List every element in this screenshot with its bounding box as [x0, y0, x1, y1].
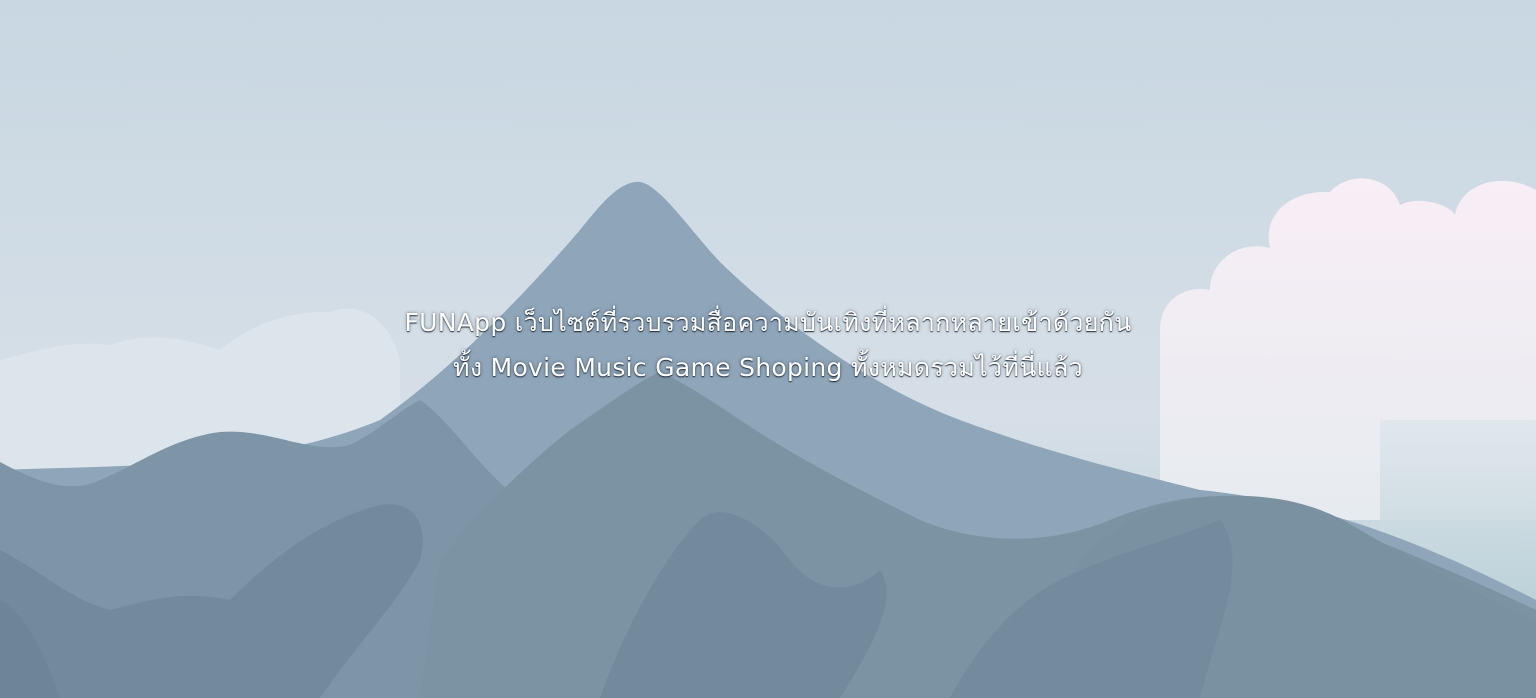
hero-caption: FUNApp เว็บไซต์ที่รวบรวมสื่อความบันเทิงท… [0, 300, 1536, 390]
hero-line-1: FUNApp เว็บไซต์ที่รวบรวมสื่อความบันเทิงท… [404, 308, 1132, 337]
hero-line-2: ทั้ง Movie Music Game Shoping ทั้งหมดรวม… [453, 353, 1083, 382]
